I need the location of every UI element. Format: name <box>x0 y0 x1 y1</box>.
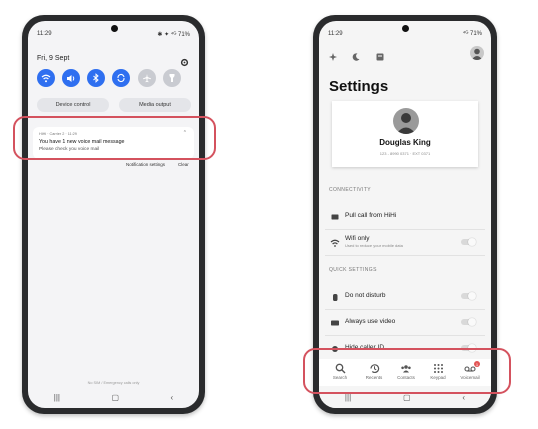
camera-hole <box>402 25 409 32</box>
media-output-button[interactable]: Media output <box>119 98 191 112</box>
wifi-icon[interactable] <box>37 69 55 87</box>
camera-hole <box>110 25 118 32</box>
profile-avatar <box>393 108 419 134</box>
device-control-button[interactable]: Device control <box>37 98 109 112</box>
video-icon <box>331 320 339 326</box>
pull-call-label: Pull call from HiHi <box>345 212 397 219</box>
highlight-notification-outline <box>13 116 216 160</box>
notification-shade-screen: 11:29 ✱ ✦ ⁴ᴳ 71% Fri, 9 Sept Device cont… <box>28 21 199 408</box>
pull-call-row[interactable]: Pull call from HiHi <box>325 205 485 230</box>
profile-card[interactable]: Douglas King 123 - 8990 0371 · EXT 0371 <box>332 101 478 167</box>
always-use-video-toggle[interactable] <box>461 317 476 326</box>
section-quick-settings: QUICK SETTINGS <box>329 267 377 273</box>
emergency-calls-footer: No SIM / Emergency calls only <box>87 381 140 385</box>
avatar[interactable] <box>470 46 484 60</box>
profile-subtitle: 123 - 8990 0371 · EXT 0371 <box>379 151 431 156</box>
page-title: Settings <box>329 78 389 95</box>
wifi-only-row[interactable]: Wifi only Used to reduce your mobile dat… <box>325 231 485 256</box>
moon-icon[interactable] <box>351 49 361 67</box>
status-indicators: ⁴ᴳ 71% <box>462 31 482 37</box>
hand-icon <box>333 294 338 301</box>
message-icon[interactable] <box>375 49 385 67</box>
highlight-bottom-nav-outline <box>303 348 511 394</box>
always-use-video-row[interactable]: Always use video <box>325 311 485 336</box>
wifi-only-toggle[interactable] <box>461 237 476 246</box>
pull-call-icon <box>331 214 339 220</box>
recent-apps-icon[interactable]: ||| <box>54 393 60 402</box>
notification-settings-link[interactable]: Notification settings <box>126 162 165 167</box>
date-label: Fri, 9 Sept <box>37 55 70 62</box>
flashlight-icon[interactable] <box>163 69 181 87</box>
status-time: 11:29 <box>37 31 52 37</box>
sound-icon[interactable] <box>62 69 80 87</box>
wifi-only-label: Wifi only <box>345 235 370 242</box>
system-nav-bar: ||| ▢ ‹ <box>28 386 199 408</box>
back-icon[interactable]: ‹ <box>171 393 174 402</box>
airplane-mode-icon[interactable] <box>138 69 156 87</box>
wifi-icon <box>330 239 340 247</box>
do-not-disturb-label: Do not disturb <box>345 292 386 299</box>
section-connectivity: CONNECTIVITY <box>329 187 372 193</box>
profile-name: Douglas King <box>379 138 431 147</box>
notification-shade-phone: 11:29 ✱ ✦ ⁴ᴳ 71% Fri, 9 Sept Device cont… <box>22 15 205 414</box>
auto-rotate-icon[interactable] <box>112 69 130 87</box>
status-indicators: ✱ ✦ ⁴ᴳ 71% <box>157 32 190 38</box>
network-icon[interactable] <box>328 49 338 67</box>
do-not-disturb-toggle[interactable] <box>461 291 476 300</box>
gear-icon[interactable] <box>180 54 189 72</box>
bluetooth-icon[interactable] <box>87 69 105 87</box>
do-not-disturb-row[interactable]: Do not disturb <box>325 285 485 310</box>
clear-notifications-link[interactable]: Clear <box>178 162 189 167</box>
status-time: 11:29 <box>328 31 343 37</box>
always-use-video-label: Always use video <box>345 318 396 325</box>
wifi-only-description: Used to reduce your mobile data <box>345 243 403 248</box>
home-icon[interactable]: ▢ <box>111 393 119 402</box>
